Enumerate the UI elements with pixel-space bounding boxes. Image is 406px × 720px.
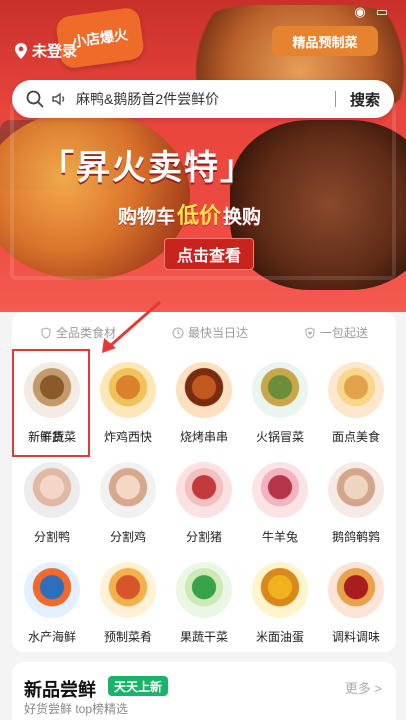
search-bar[interactable]: 麻鸭&鹅肠首2件尝鲜价 搜索 (12, 80, 394, 118)
category-label: 分割猪 (185, 530, 222, 544)
category-item[interactable]: 分割鸡 (90, 456, 166, 552)
guarantee-label: 最快当日达 (187, 326, 248, 340)
status-bar-icons: ◉ ▭ (354, 4, 388, 20)
promo-banner[interactable]: 小店爆火 精品预制菜 ◉ ▭ 未登录 麻鸭&鹅肠首2件尝鲜价 搜索 「昇火卖特」… (0, 0, 406, 312)
beef-icon (252, 462, 308, 518)
category-item[interactable]: 果蔬干菜 (166, 556, 242, 652)
banner-sub-highlight: 低价 (177, 203, 222, 228)
annotation-arrow (102, 300, 161, 353)
pastry-icon (328, 362, 384, 418)
heart-shield-icon (305, 326, 315, 339)
goose-icon (328, 462, 384, 518)
banner-tag-right: 精品预制菜 (272, 26, 378, 56)
speaker-icon (50, 90, 68, 108)
duck-icon (24, 462, 80, 518)
category-item[interactable]: 牛羊兔 (242, 456, 318, 552)
signal-icon: ◉ (354, 4, 366, 19)
category-item[interactable]: 米面油蛋 (242, 556, 318, 652)
section-title: 新品尝鲜 (24, 680, 96, 700)
location-label: 未登录 (32, 43, 78, 60)
banner-headline: 「昇火卖特」 (40, 148, 256, 188)
category-item[interactable]: 水产海鲜 (14, 556, 90, 652)
guarantee-item: 一包起送 (304, 324, 368, 341)
dried-veg-icon (176, 562, 232, 618)
category-label: 调料调味 (331, 630, 380, 644)
category-item[interactable]: 鹅鸽鹌鹑 (318, 456, 394, 552)
category-item[interactable]: 火锅冒菜 (242, 356, 318, 452)
view-button[interactable]: 点击查看 (164, 238, 254, 270)
category-label: 预制菜肴 (103, 630, 152, 644)
category-item[interactable]: 分割猪 (166, 456, 242, 552)
seafood-icon (24, 562, 80, 618)
category-item[interactable]: 面点美食 (318, 356, 394, 452)
search-input[interactable]: 麻鸭&鹅肠首2件尝鲜价 (76, 89, 321, 109)
status-badge: 天天上新 (108, 676, 169, 696)
pork-icon (176, 462, 232, 518)
search-button[interactable]: 搜索 (350, 89, 380, 110)
chicken-icon (100, 462, 156, 518)
category-label: 分割鸭 (33, 530, 70, 544)
category-label: 烧烤串串 (179, 430, 228, 444)
category-label: 水产海鲜 (27, 630, 76, 644)
location-pin-icon (15, 42, 27, 59)
prepared-dish-icon (100, 562, 156, 618)
category-label: 分割鸡 (109, 530, 146, 544)
guarantee-item: 最快当日达 (172, 324, 248, 341)
hotpot-icon (252, 362, 308, 418)
seasoning-icon (328, 562, 384, 618)
category-label: 果蔬干菜 (179, 630, 228, 644)
banner-subline: 购物车 低价 换购 (118, 198, 261, 230)
banner-sub-suffix: 换购 (223, 207, 262, 228)
category-label: 炸鸡西快 (103, 430, 152, 444)
category-item[interactable]: 预制菜肴 (90, 556, 166, 652)
battery-icon: ▭ (375, 4, 388, 19)
more-link[interactable]: 更多 > (345, 678, 382, 697)
skewer-icon (176, 362, 232, 418)
oil-icon (252, 562, 308, 618)
category-item[interactable]: 烧烤串串 (166, 356, 242, 452)
section-subtitle: 好货尝鲜 top榜精选 (24, 702, 129, 716)
category-label: 面点美食 (331, 430, 380, 444)
category-label: 火锅冒菜 (255, 430, 304, 444)
category-item[interactable]: 分割鸭 (14, 456, 90, 552)
guarantee-label: 一包起送 (319, 326, 368, 340)
banner-sub-prefix: 购物车 (118, 207, 176, 228)
category-label: 牛羊兔 (261, 530, 298, 544)
location-selector[interactable]: 未登录 (14, 40, 77, 61)
category-label: 米面油蛋 (255, 630, 304, 644)
category-item[interactable]: 调料调味 (318, 556, 394, 652)
search-divider (334, 91, 336, 107)
search-icon (26, 90, 44, 108)
new-products-section[interactable]: 新品尝鲜 天天上新 好货尝鲜 top榜精选 更多 > (12, 662, 396, 720)
category-label: 鹅鸽鹌鹑 (331, 530, 380, 544)
clock-icon (172, 327, 184, 338)
